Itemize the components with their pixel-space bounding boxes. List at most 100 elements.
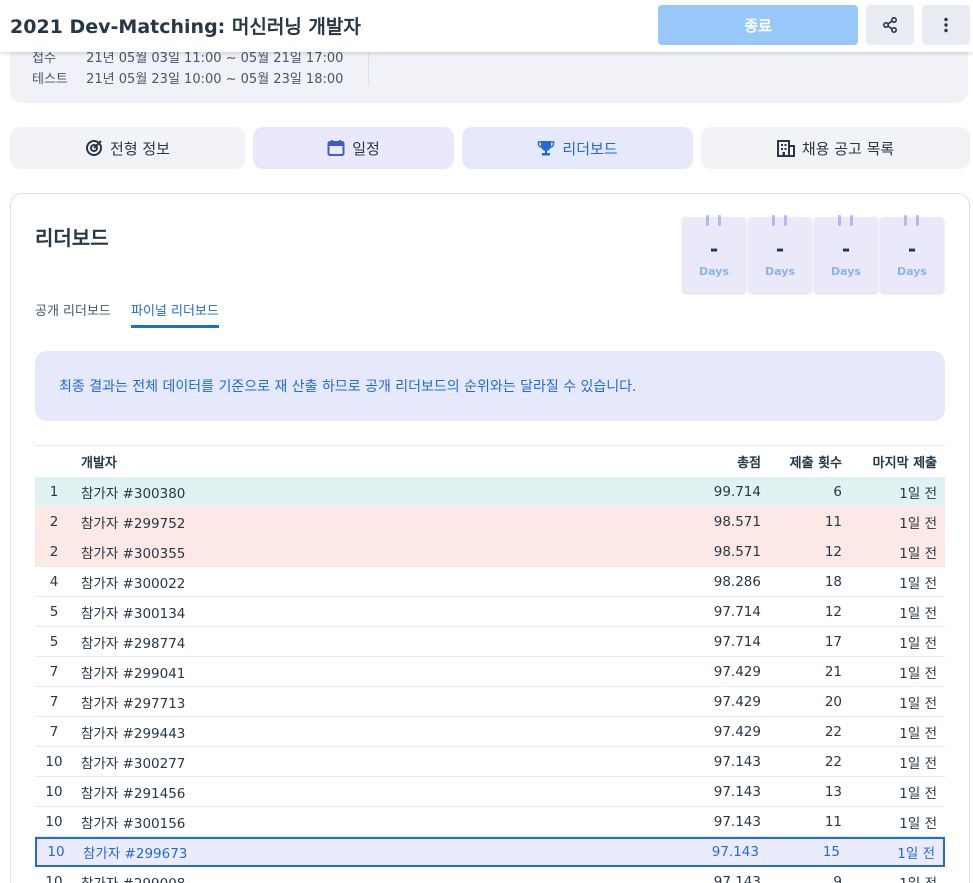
table-row[interactable]: 10 참가자 #300277 97.143 22 1일 전 bbox=[35, 747, 945, 777]
countdown-box: - Days bbox=[880, 215, 944, 293]
table-row[interactable]: 10 참가자 #299008 97.143 9 1일 전 bbox=[35, 867, 945, 883]
table-row[interactable]: 7 참가자 #297713 97.429 20 1일 전 bbox=[35, 687, 945, 717]
info-label: 테스트 bbox=[32, 72, 68, 87]
tab-label: 리더보드 bbox=[562, 139, 618, 158]
developer-cell: 참가자 #300022 bbox=[81, 575, 186, 592]
table-row[interactable]: 5 참가자 #300134 97.714 12 1일 전 bbox=[35, 597, 945, 627]
developer-cell: 참가자 #298774 bbox=[81, 635, 186, 652]
submission-count-cell: 15 bbox=[822, 844, 840, 860]
rank-cell: 5 bbox=[49, 633, 59, 650]
last-submission-cell: 1일 전 bbox=[899, 665, 937, 682]
calendar-icon bbox=[327, 139, 345, 157]
last-submission-cell: 1일 전 bbox=[899, 485, 937, 502]
last-submission-cell: 1일 전 bbox=[899, 575, 937, 592]
rank-cell: 10 bbox=[45, 873, 63, 883]
table-row[interactable]: 10 참가자 #291456 97.143 13 1일 전 bbox=[35, 777, 945, 807]
table-row[interactable]: 1 참가자 #300380 99.714 6 1일 전 bbox=[35, 477, 945, 507]
tab-schedule[interactable]: 일정 bbox=[253, 127, 454, 169]
more-button[interactable] bbox=[922, 5, 970, 45]
rank-cell: 7 bbox=[49, 723, 59, 740]
last-submission-cell: 1일 전 bbox=[899, 605, 937, 622]
last-submission-cell: 1일 전 bbox=[899, 867, 937, 883]
developer-cell: 참가자 #299008 bbox=[81, 867, 185, 883]
table-row[interactable]: 2 참가자 #300355 98.571 12 1일 전 bbox=[35, 537, 945, 567]
developer-cell: 참가자 #297713 bbox=[81, 695, 186, 712]
table-row[interactable]: 7 참가자 #299041 97.429 21 1일 전 bbox=[35, 657, 945, 687]
submission-count-cell: 6 bbox=[833, 483, 842, 500]
submission-count-cell: 20 bbox=[824, 693, 842, 710]
rank-cell: 2 bbox=[49, 543, 59, 560]
rank-cell: 10 bbox=[45, 753, 63, 770]
tab-label: 전형 정보 bbox=[110, 139, 170, 158]
tab-label: 채용 공고 목록 bbox=[801, 139, 895, 158]
more-vertical-icon bbox=[944, 17, 948, 33]
developer-cell: 참가자 #291456 bbox=[81, 785, 186, 802]
rank-cell: 1 bbox=[49, 483, 59, 500]
developer-cell: 참가자 #300156 bbox=[81, 815, 186, 832]
tab-job-info[interactable]: 전형 정보 bbox=[10, 127, 245, 169]
score-cell: 97.714 bbox=[713, 603, 761, 620]
score-cell: 97.143 bbox=[713, 813, 761, 830]
rank-cell: 4 bbox=[49, 573, 59, 590]
countdown-value: - bbox=[841, 237, 851, 261]
submission-count-cell: 13 bbox=[824, 783, 842, 800]
countdown-unit: Days bbox=[897, 265, 927, 278]
end-button[interactable]: 종료 bbox=[658, 5, 858, 45]
submission-count-cell: 18 bbox=[824, 573, 842, 590]
tab-label: 일정 bbox=[352, 139, 380, 158]
submission-count-cell: 12 bbox=[824, 543, 842, 560]
score-cell: 98.286 bbox=[713, 573, 761, 590]
countdown-value: - bbox=[907, 237, 917, 261]
subtab-final-leaderboard[interactable]: 파이널 리더보드 bbox=[131, 300, 219, 328]
last-submission-cell: 1일 전 bbox=[899, 695, 937, 712]
column-last-submission: 마지막 제출 bbox=[872, 456, 937, 471]
developer-cell: 참가자 #300355 bbox=[81, 545, 186, 562]
table-row[interactable]: 10 참가자 #300156 97.143 11 1일 전 bbox=[35, 807, 945, 837]
subtab-public-leaderboard[interactable]: 공개 리더보드 bbox=[35, 300, 111, 325]
submission-count-cell: 12 bbox=[824, 603, 842, 620]
last-submission-cell: 1일 전 bbox=[899, 755, 937, 772]
table-header: 개발자 총점 제출 횟수 마지막 제출 bbox=[35, 445, 945, 477]
info-row-test: 테스트 21년 05월 23일 10:00 ~ 05월 23일 18:00 bbox=[32, 68, 343, 87]
score-cell: 99.714 bbox=[713, 483, 761, 500]
table-row[interactable]: 10 참가자 #299673 97.143 15 1일 전 bbox=[35, 837, 945, 867]
last-submission-cell: 1일 전 bbox=[899, 515, 937, 532]
column-rank bbox=[35, 446, 73, 477]
last-submission-cell: 1일 전 bbox=[899, 635, 937, 652]
trophy-icon bbox=[537, 139, 555, 157]
submission-count-cell: 17 bbox=[824, 633, 842, 650]
last-submission-cell: 1일 전 bbox=[899, 725, 937, 742]
developer-cell: 참가자 #299443 bbox=[81, 725, 186, 742]
developer-cell: 참가자 #300277 bbox=[81, 755, 186, 772]
target-icon bbox=[85, 139, 103, 157]
submission-count-cell: 22 bbox=[824, 753, 842, 770]
table-row[interactable]: 7 참가자 #299443 97.429 22 1일 전 bbox=[35, 717, 945, 747]
countdown-box: - Days bbox=[748, 215, 812, 293]
page-title: 2021 Dev-Matching: 머신러닝 개발자 bbox=[10, 16, 361, 38]
info-value: 21년 05월 03일 11:00 ~ 05월 21일 17:00 bbox=[86, 51, 344, 66]
rank-cell: 7 bbox=[49, 693, 59, 710]
score-cell: 97.143 bbox=[713, 753, 761, 770]
score-cell: 98.571 bbox=[713, 543, 761, 560]
score-cell: 97.143 bbox=[713, 873, 761, 883]
countdown-value: - bbox=[775, 237, 785, 261]
score-cell: 97.143 bbox=[711, 844, 759, 860]
last-submission-cell: 1일 전 bbox=[899, 545, 937, 562]
column-score: 총점 bbox=[737, 456, 761, 471]
column-developer: 개발자 bbox=[81, 456, 117, 471]
share-button[interactable] bbox=[866, 5, 914, 45]
tab-leaderboard[interactable]: 리더보드 bbox=[462, 127, 693, 169]
countdown-box: - Days bbox=[814, 215, 878, 293]
developer-cell: 참가자 #299752 bbox=[81, 515, 186, 532]
table-row[interactable]: 5 참가자 #298774 97.714 17 1일 전 bbox=[35, 627, 945, 657]
leaderboard-table-body: 1 참가자 #300380 99.714 6 1일 전 2 참가자 #299752 98.57… bbox=[35, 477, 945, 883]
countdown-unit: Days bbox=[831, 265, 861, 278]
score-cell: 98.571 bbox=[713, 513, 761, 530]
developer-cell: 참가자 #299673 bbox=[83, 846, 188, 862]
table-row[interactable]: 4 참가자 #300022 98.286 18 1일 전 bbox=[35, 567, 945, 597]
developer-cell: 참가자 #299041 bbox=[81, 665, 186, 682]
table-row[interactable]: 2 참가자 #299752 98.571 11 1일 전 bbox=[35, 507, 945, 537]
tab-job-postings[interactable]: 채용 공고 목록 bbox=[701, 127, 970, 169]
rank-cell: 10 bbox=[45, 813, 63, 830]
rank-cell: 2 bbox=[49, 513, 59, 530]
